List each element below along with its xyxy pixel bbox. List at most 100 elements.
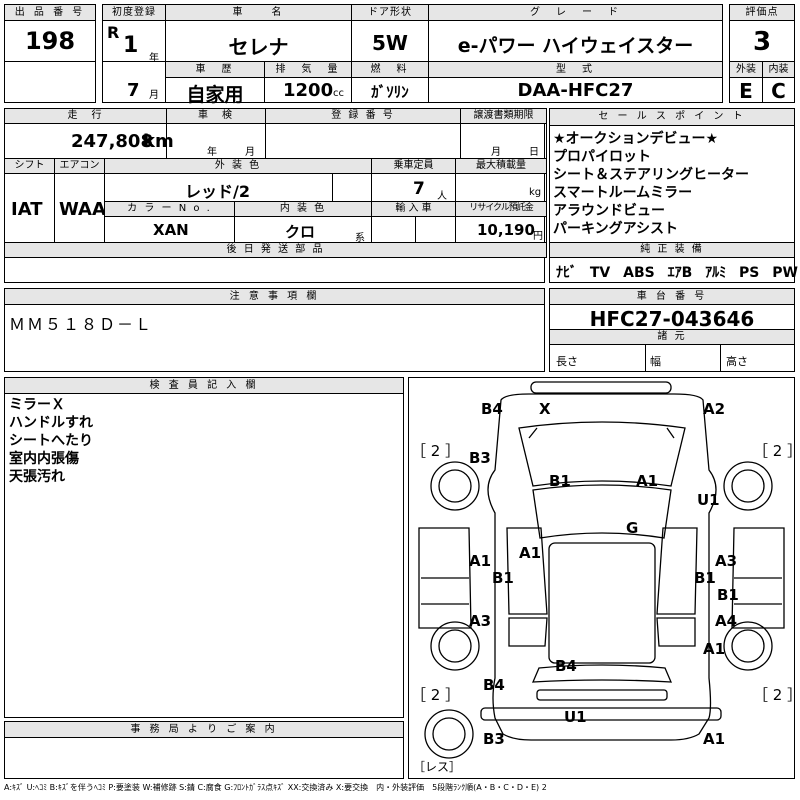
displacement: 1200 (283, 80, 334, 101)
tire-rear-right: ［ 2 ］ (753, 686, 800, 704)
displacement-box: 排 気 量 1200 cc (264, 61, 352, 103)
lot-number-box: 出 品 番 号 198 (4, 4, 96, 62)
transfer-day-unit: 日 (529, 147, 539, 158)
spare-tire-inner (432, 717, 466, 751)
grade-label: グ レ ー ド (429, 5, 722, 21)
grade-box: グ レ ー ド e-パワー ハイウェイスター (428, 4, 723, 62)
colorno: XAN (153, 221, 189, 239)
model: DAA-HFC27 (517, 80, 634, 101)
body-outline (487, 393, 717, 741)
mark-b1-right: B1 (694, 569, 716, 587)
equipment-item: ｴｱB (667, 265, 693, 281)
mark-b4-rear-center: B4 (555, 657, 577, 675)
import-cell (371, 216, 416, 243)
details-block: 走 行 車 検 登 録 番 号 譲渡書類期限 247,808 km 年 月 月 … (4, 108, 547, 283)
model-label: 型 式 (429, 62, 722, 78)
mark-a1-left: A1 (469, 552, 492, 570)
mark-a2-top: A2 (703, 400, 726, 418)
inspector-note: シートへたり (9, 433, 93, 449)
right-rear-window (656, 617, 696, 647)
office-box: 事 務 局 よ り ご 案 内 (4, 721, 404, 779)
month-unit: 月 (149, 90, 159, 101)
inspector-note: 天張汚れ (9, 469, 65, 485)
car-name: セレナ (228, 35, 289, 59)
mark-x-top: X (539, 400, 551, 418)
lot-blank-box (4, 61, 96, 103)
equipment-item: PW (772, 265, 798, 281)
sales-point-item: ★オークションデビュー★ (553, 131, 719, 147)
inspector-note: ハンドルすれ (9, 415, 93, 431)
left-side-divider (421, 577, 469, 605)
regno-label: 登 録 番 号 (265, 108, 461, 124)
front-right-tire (723, 461, 773, 511)
fuel-box: 燃 料 ｶﾞｿﾘﾝ (351, 61, 429, 103)
inspector-label: 検 査 員 記 入 欄 (5, 378, 403, 394)
rear-window (531, 664, 673, 683)
recycle-label: リサイクル預託金 (455, 201, 547, 217)
sales-points-box: セ ー ル ス ポ イ ン ト ★オークションデビュー★ プロパイロット シート… (549, 108, 798, 283)
transfer-month-unit: 月 (491, 147, 501, 158)
color-cell-extra (332, 173, 372, 202)
mileage: 247,808 (71, 131, 153, 152)
equipment-item: PS (739, 265, 760, 281)
front-right-tire-inner (731, 469, 765, 503)
reg-month-box: 7 月 (102, 61, 166, 103)
recycle: 10,190 (477, 221, 535, 239)
mark-a3-right: A3 (715, 552, 738, 570)
notes-text: ＭＭ５１８Ｄ－Ｌ (9, 315, 154, 334)
mark-a1-right: A1 (703, 640, 726, 658)
lot-number-label: 出 品 番 号 (5, 5, 95, 21)
import-cell-2 (415, 216, 456, 243)
later-parts-label: 後 日 発 送 部 品 (4, 242, 547, 258)
chassis-label: 車 台 番 号 (550, 289, 794, 305)
mark-b1-hood: B1 (549, 472, 571, 490)
reg-year: 1 (123, 33, 139, 58)
colorno-label: カ ラ ー N o . (104, 201, 235, 217)
capacity-label: 乗車定員 (371, 158, 456, 174)
mark-a1-hood: A1 (636, 472, 659, 490)
load-label: 最大積載量 (455, 158, 547, 174)
interior-grade: C (771, 79, 786, 103)
hood-vent (528, 427, 675, 439)
shift: IAT (11, 199, 43, 220)
mark-b3-front-left: B3 (469, 449, 491, 467)
notes-box: 注 意 事 項 欄 ＭＭ５１８Ｄ－Ｌ (4, 288, 545, 372)
capacity: 7 (413, 179, 425, 199)
front-bumper-outline (530, 381, 672, 394)
front-left-tire-inner (438, 469, 472, 503)
mark-b3-rear-left: B3 (483, 730, 505, 748)
inspector-box: 検 査 員 記 入 欄 ミラーＸ ハンドルすれ シートへたり 室内内張傷 天張汚… (4, 377, 404, 718)
fuel: ｶﾞｿﾘﾝ (371, 83, 409, 101)
ac-label: エアコン (54, 158, 105, 174)
score: 3 (752, 27, 772, 57)
left-rear-window (508, 617, 548, 647)
interior-color: クロ (285, 223, 316, 241)
interior-box: 内装 C (762, 61, 795, 103)
rear-left-tire-inner (438, 629, 472, 663)
roof (548, 542, 656, 664)
era: R (107, 23, 120, 42)
displacement-label: 排 気 量 (265, 62, 351, 78)
inspector-note: ミラーＸ (9, 397, 65, 413)
height-label: 高さ (726, 355, 748, 368)
mark-a3-left: A3 (469, 612, 492, 630)
mark-a4-right: A4 (715, 612, 738, 630)
sales-point-item: シート＆ステアリングヒーター (553, 167, 749, 183)
inspection-month-unit: 月 (245, 147, 255, 158)
inspection-label: 車 検 (166, 108, 266, 124)
fuel-label: 燃 料 (352, 62, 428, 78)
exterior-label: 外装 (730, 62, 762, 78)
history: 自家用 (186, 84, 244, 106)
right-window (656, 527, 698, 615)
color: レッド/2 (185, 182, 250, 201)
equipment-item: TV (589, 265, 611, 281)
tire-front-right: ［ 2 ］ (753, 442, 800, 460)
door-box: ドア形状 5W (351, 4, 429, 62)
equipment-list: ﾅﾋﾞ TV ABS ｴｱB ｱﾙﾐ PS PW (556, 262, 798, 282)
model-box: 型 式 DAA-HFC27 (428, 61, 723, 103)
rear-right-tire-inner (731, 629, 765, 663)
sales-point-item: スマートルームミラー (553, 185, 693, 201)
car-name-box: 車 名 セレナ (165, 4, 352, 62)
mark-b1-right-2: B1 (717, 586, 739, 604)
interior-label: 内装 (763, 62, 794, 78)
